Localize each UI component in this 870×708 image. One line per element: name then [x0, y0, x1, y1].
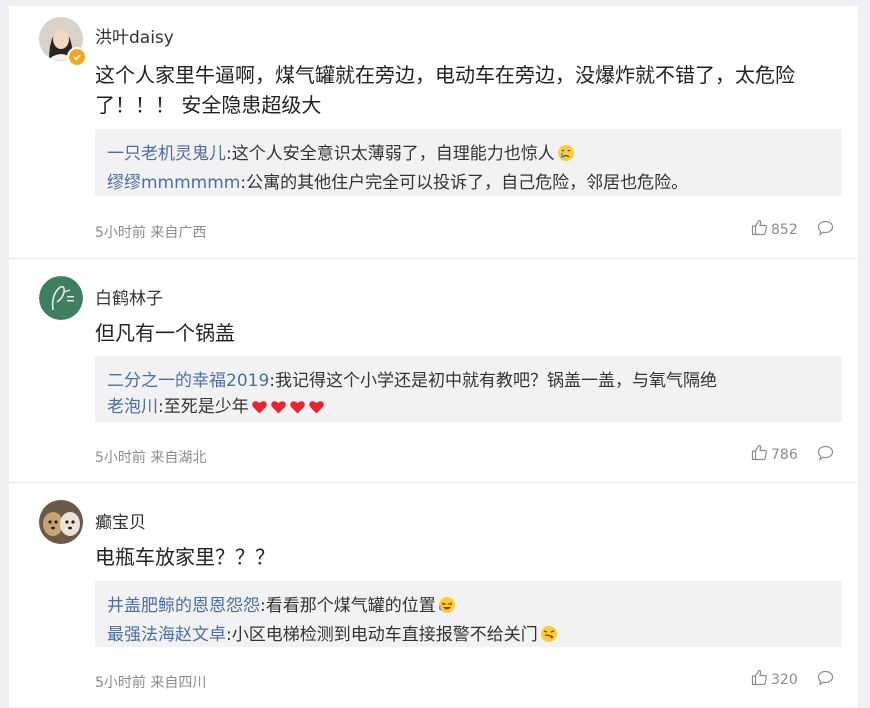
- comment-username[interactable]: 癫宝贝: [95, 508, 146, 533]
- reply-text: :公寓的其他住户完全可以投诉了，自己危险，邻居也危险。: [240, 173, 689, 193]
- reply-line: 井盖肥鲸的恩恩怨怨:看看那个煤气罐的位置: [107, 593, 842, 622]
- comment-bubble-icon: [817, 445, 834, 465]
- red-heart-icon: [308, 397, 325, 423]
- like-count: 320: [771, 671, 798, 688]
- reply-line: 缪缪mmmmmm:公寓的其他住户完全可以投诉了，自己危险，邻居也危险。: [107, 170, 842, 196]
- reply-line: 一只老机灵鬼儿:这个人安全意识太薄弱了，自理能力也惊人: [107, 141, 842, 170]
- like-button[interactable]: 320: [751, 669, 798, 690]
- like-count: 786: [771, 446, 798, 463]
- crying-face-icon: [557, 144, 575, 170]
- comment-actions: 320: [751, 669, 834, 690]
- reply-line: 老泡川:至死是少年: [107, 394, 842, 423]
- like-button[interactable]: 852: [751, 219, 798, 240]
- comment-actions: 786: [751, 444, 834, 465]
- verified-badge-icon: [67, 47, 87, 67]
- reply-box[interactable]: 二分之一的幸福2019:我记得这个小学还是初中就有教吧？锅盖一盖，与氧气隔绝 老…: [95, 356, 842, 422]
- comment-meta: 5小时前 来自广西: [95, 225, 207, 241]
- red-heart-icon: [270, 397, 287, 423]
- comment-actions: 852: [751, 219, 834, 240]
- comment-feed: 洪叶daisy 这个人家里牛逼啊，煤气罐就在旁边，电动车在旁边，没爆炸就不错了，…: [9, 6, 858, 707]
- comment-meta: 5小时前 来自湖北: [95, 450, 207, 466]
- comment-card: 洪叶daisy 这个人家里牛逼啊，煤气罐就在旁边，电动车在旁边，没爆炸就不错了，…: [9, 6, 858, 258]
- hearts-emoji: [249, 397, 325, 417]
- comment-card: 癫宝贝 电瓶车放家里？？？ 井盖肥鲸的恩恩怨怨:看看那个煤气罐的位置 最强法海赵…: [9, 482, 858, 708]
- thumbs-up-icon: [751, 669, 768, 690]
- reply-username[interactable]: 缪缪mmmmmm: [107, 173, 240, 193]
- comment-bubble-icon: [817, 220, 834, 240]
- reply-button[interactable]: [817, 220, 834, 240]
- reply-line: 二分之一的幸福2019:我记得这个小学还是初中就有教吧？锅盖一盖，与氧气隔绝: [107, 368, 842, 394]
- laughing-face-icon: [438, 596, 456, 622]
- reply-button[interactable]: [817, 670, 834, 690]
- reply-box[interactable]: 井盖肥鲸的恩恩怨怨:看看那个煤气罐的位置 最强法海赵文卓:小区电梯检测到电动车直…: [95, 581, 842, 647]
- like-button[interactable]: 786: [751, 444, 798, 465]
- comment-username[interactable]: 白鹤林子: [95, 284, 163, 309]
- comment-text: 但凡有一个锅盖: [95, 321, 235, 345]
- comment-text: 这个人家里牛逼啊，煤气罐就在旁边，电动车在旁边，没爆炸就不错了，太危险了！！！ …: [95, 63, 795, 117]
- comment-text: 电瓶车放家里？？？: [95, 545, 275, 569]
- comment-username[interactable]: 洪叶daisy: [95, 23, 174, 48]
- reply-username[interactable]: 最强法海赵文卓: [107, 625, 226, 645]
- thumbs-up-icon: [751, 444, 768, 465]
- reply-text: :这个人安全意识太薄弱了，自理能力也惊人: [226, 144, 555, 164]
- comment-bubble-icon: [817, 670, 834, 690]
- red-heart-icon: [289, 397, 306, 423]
- reply-text: :看看那个煤气罐的位置: [260, 596, 436, 616]
- comment-card: 白鹤林子 但凡有一个锅盖 二分之一的幸福2019:我记得这个小学还是初中就有教吧…: [9, 258, 858, 483]
- reply-box[interactable]: 一只老机灵鬼儿:这个人安全意识太薄弱了，自理能力也惊人 缪缪mmmmmm:公寓的…: [95, 129, 842, 196]
- comment-meta: 5小时前 来自四川: [95, 675, 207, 691]
- thumbs-up-icon: [751, 219, 768, 240]
- reply-line: 最强法海赵文卓:小区电梯检测到电动车直接报警不给关门: [107, 622, 842, 651]
- smirk-face-icon: [540, 625, 558, 651]
- reply-text: :小区电梯检测到电动车直接报警不给关门: [226, 625, 538, 645]
- reply-text: :至死是少年: [158, 397, 249, 417]
- reply-username[interactable]: 二分之一的幸福2019: [107, 371, 269, 391]
- like-count: 852: [771, 221, 798, 238]
- reply-text: :我记得这个小学还是初中就有教吧？锅盖一盖，与氧气隔绝: [269, 371, 717, 391]
- red-heart-icon: [251, 397, 268, 423]
- avatar[interactable]: [39, 500, 83, 544]
- reply-username[interactable]: 井盖肥鲸的恩恩怨怨: [107, 596, 260, 616]
- reply-username[interactable]: 老泡川: [107, 397, 158, 417]
- reply-button[interactable]: [817, 445, 834, 465]
- avatar[interactable]: [39, 276, 83, 320]
- reply-username[interactable]: 一只老机灵鬼儿: [107, 144, 226, 164]
